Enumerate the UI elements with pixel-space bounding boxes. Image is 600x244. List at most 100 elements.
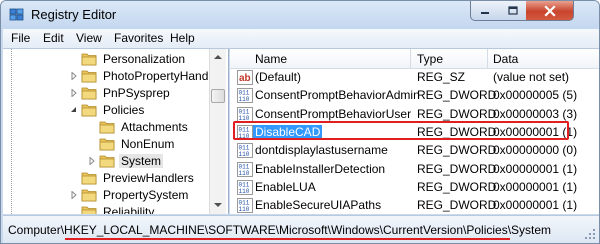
value-type: REG_DWORD xyxy=(417,106,497,121)
value-row[interactable]: 011 110 EnableSecureUIAPaths REG_DWORD 0x000… xyxy=(230,197,599,214)
folder-icon xyxy=(81,188,97,202)
value-name: EnableSecureUIAPaths xyxy=(255,198,382,213)
dword-value-icon: 011 110 xyxy=(237,143,253,159)
value-name: EnableLUA xyxy=(255,179,316,194)
column-header-type[interactable]: Type xyxy=(417,52,443,66)
tree-item-label: Policies xyxy=(103,102,145,117)
menu-edit[interactable]: Edit xyxy=(41,31,66,45)
value-list[interactable]: Name Type Data ab (Default) REG_SZ (value n… xyxy=(230,49,599,214)
tree-collapsed-arrow-icon[interactable] xyxy=(69,71,78,80)
list-header: Name Type Data xyxy=(230,49,599,69)
annotation-highlight-box xyxy=(233,121,569,140)
folder-icon xyxy=(81,52,97,66)
tree-item[interactable]: Attachments xyxy=(99,118,190,135)
svg-text:110: 110 xyxy=(239,188,250,195)
tree-item[interactable]: PreviewHandlers xyxy=(81,169,196,186)
value-type: REG_DWORD xyxy=(417,143,497,158)
dword-value-icon: 011 110 xyxy=(237,198,253,214)
column-divider[interactable] xyxy=(487,49,488,69)
folder-icon xyxy=(81,205,97,214)
tree-item-label: NonEnum xyxy=(121,136,175,151)
menu-view[interactable]: View xyxy=(74,31,104,45)
tree-item-label: PhotoPropertyHandler xyxy=(103,68,222,83)
scroll-down-icon xyxy=(214,203,222,207)
tree-item-label: Reliability xyxy=(103,204,155,215)
registry-editor-icon xyxy=(9,8,24,21)
folder-icon xyxy=(99,137,115,151)
resize-grip-icon[interactable] xyxy=(584,228,596,240)
maximize-icon xyxy=(507,5,518,15)
maximize-button[interactable] xyxy=(499,1,527,21)
value-name: dontdisplaylastusername xyxy=(255,143,388,158)
menu-bar: File Edit View Favorites Help xyxy=(3,29,599,49)
svg-text:ab: ab xyxy=(239,73,251,84)
dword-value-icon: 011 110 xyxy=(237,88,253,104)
tree-item[interactable]: NonEnum xyxy=(99,135,176,152)
value-row[interactable]: 011 110 dontdisplaylastusername REG_DWORD 0x… xyxy=(230,142,599,159)
svg-text:110: 110 xyxy=(239,96,250,103)
value-data: 0x00000001 (1) xyxy=(493,179,578,194)
menu-favorites[interactable]: Favorites xyxy=(112,31,165,45)
svg-text:110: 110 xyxy=(239,170,250,177)
tree-item-label: PropertySystem xyxy=(103,187,189,202)
tree-item[interactable]: PhotoPropertyHandler xyxy=(71,67,224,84)
string-value-icon: ab xyxy=(237,70,253,85)
column-divider[interactable] xyxy=(410,49,411,69)
close-icon xyxy=(543,4,556,17)
column-header-name[interactable]: Name xyxy=(255,52,287,66)
value-data: 0x00000003 (3) xyxy=(493,106,578,121)
tree-item-label: PnPSysprep xyxy=(103,85,170,100)
scroll-up-icon xyxy=(214,55,222,59)
window-title: Registry Editor xyxy=(31,7,117,22)
value-data: (value not set) xyxy=(493,70,570,84)
status-bar: Computer\HKEY_LOCAL_MACHINE\SOFTWARE\Mic… xyxy=(3,215,599,243)
value-type: REG_DWORD xyxy=(417,88,497,103)
value-data: 0x00000005 (5) xyxy=(493,88,578,103)
tree-item[interactable]: Personalization xyxy=(81,50,187,67)
tree-collapsed-arrow-icon[interactable] xyxy=(69,190,78,199)
value-row[interactable]: 011 110 EnableInstallerDetection REG_DWORD 0… xyxy=(230,161,599,178)
tree-collapsed-arrow-icon[interactable] xyxy=(87,156,96,165)
scroll-up-button[interactable] xyxy=(210,49,226,65)
value-name: ConsentPromptBehaviorUser xyxy=(255,106,412,121)
close-button[interactable] xyxy=(526,1,574,21)
tree-item-label: Personalization xyxy=(103,51,186,66)
dword-value-icon: 011 110 xyxy=(237,106,253,122)
value-type: REG_DWORD xyxy=(417,161,497,176)
tree-vertical-scrollbar[interactable] xyxy=(209,49,226,214)
dword-value-icon: 011 110 xyxy=(237,161,253,177)
tree-item[interactable]: System xyxy=(89,152,164,169)
value-type: REG_SZ xyxy=(417,70,466,84)
folder-icon xyxy=(81,103,97,117)
scroll-thumb[interactable] xyxy=(211,89,225,103)
value-data: 0x00000000 (0) xyxy=(493,143,578,158)
minimize-button[interactable] xyxy=(470,1,500,21)
tree-expanded-arrow-icon[interactable] xyxy=(69,105,78,114)
tree-item-label: System xyxy=(119,153,164,168)
column-header-data[interactable]: Data xyxy=(493,52,518,66)
value-name: ConsentPromptBehaviorAdmin xyxy=(255,88,420,103)
value-data: 0x00000001 (1) xyxy=(493,198,578,213)
folder-icon xyxy=(81,86,97,100)
value-row[interactable]: 011 110 ConsentPromptBehaviorAdmin REG_DWOR… xyxy=(230,87,599,104)
dword-value-icon: 011 110 xyxy=(237,179,253,195)
registry-path: Computer\HKEY_LOCAL_MACHINE\SOFTWARE\Mic… xyxy=(8,223,552,237)
tree-collapsed-arrow-icon[interactable] xyxy=(69,88,78,97)
folder-icon xyxy=(99,154,115,168)
value-row[interactable]: ab (Default) REG_SZ (value not set) xyxy=(230,69,599,86)
title-bar[interactable]: Registry Editor xyxy=(1,1,599,29)
menu-file[interactable]: File xyxy=(9,31,32,45)
value-row[interactable]: 011 110 EnableLUA REG_DWORD 0x00000001 (1) xyxy=(230,179,599,196)
menu-help[interactable]: Help xyxy=(168,31,197,45)
tree-item[interactable]: PropertySystem xyxy=(71,186,190,203)
tree-item[interactable]: Policies xyxy=(71,101,146,118)
svg-text:110: 110 xyxy=(239,206,250,213)
folder-icon xyxy=(81,69,97,83)
key-tree[interactable]: Personalization PhotoPropertyHandler PnPSy… xyxy=(3,49,229,214)
tree-item[interactable]: PnPSysprep xyxy=(71,84,172,101)
svg-text:110: 110 xyxy=(239,151,250,158)
scroll-down-button[interactable] xyxy=(210,197,226,213)
value-name: EnableInstallerDetection xyxy=(255,161,386,176)
tree-item[interactable]: Reliability xyxy=(81,203,156,214)
value-data: 0x00000001 (1) xyxy=(493,161,578,176)
